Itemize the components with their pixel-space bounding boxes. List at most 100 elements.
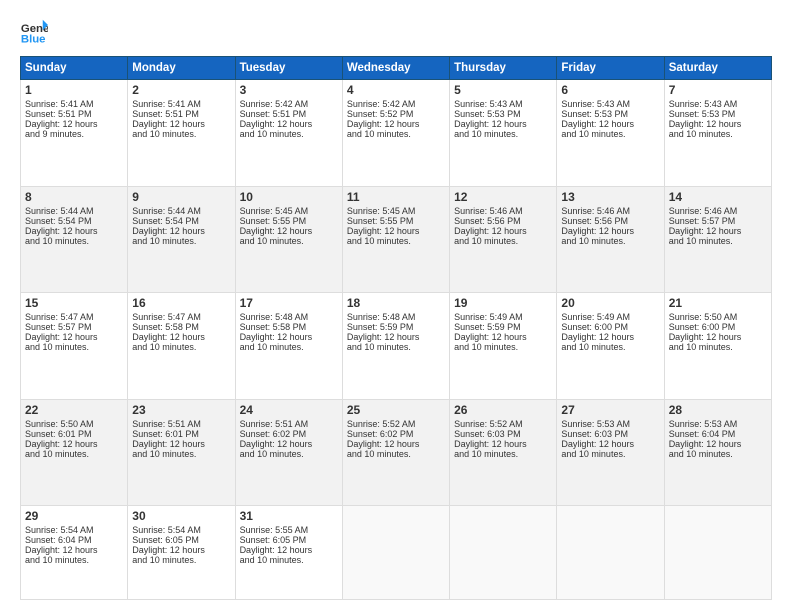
day-info-line: Sunrise: 5:43 AM [454, 99, 552, 109]
day-info-line: and 10 minutes. [240, 555, 338, 565]
day-info-line: and 10 minutes. [25, 236, 123, 246]
day-info-line: Daylight: 12 hours [132, 226, 230, 236]
day-info-line: Daylight: 12 hours [561, 226, 659, 236]
logo-icon: General Blue [20, 18, 48, 46]
day-info-line: Sunset: 5:51 PM [132, 109, 230, 119]
day-info-line: Daylight: 12 hours [240, 545, 338, 555]
calendar-cell: 3Sunrise: 5:42 AMSunset: 5:51 PMDaylight… [235, 80, 342, 187]
day-number: 7 [669, 83, 767, 97]
header-day-wednesday: Wednesday [342, 57, 449, 80]
calendar-cell: 18Sunrise: 5:48 AMSunset: 5:59 PMDayligh… [342, 293, 449, 400]
day-info-line: Daylight: 12 hours [25, 226, 123, 236]
calendar-week-3: 15 Sunrise: 5:47 AM Sunset: 5:57 PMDayligh… [21, 293, 772, 400]
day-info-line: Sunrise: 5:52 AM [454, 419, 552, 429]
day-info-line: Sunrise: 5:43 AM [669, 99, 767, 109]
day-info-line: and 10 minutes. [25, 449, 123, 459]
day-info-line: Sunset: 6:04 PM [25, 535, 123, 545]
day-number: 14 [669, 190, 767, 204]
day-number: 8 [25, 190, 123, 204]
calendar-cell: 6Sunrise: 5:43 AMSunset: 5:53 PMDaylight… [557, 80, 664, 187]
day-info-line: and 10 minutes. [347, 449, 445, 459]
calendar-body: 1 Sunrise: 5:41 AM Sunset: 5:51 PM Daylight… [21, 80, 772, 600]
day-info-line: Sunrise: 5:47 AM [132, 312, 230, 322]
day-info-line: and 10 minutes. [561, 449, 659, 459]
day-info-line: Sunset: 5:53 PM [669, 109, 767, 119]
day-info-line: and 10 minutes. [240, 342, 338, 352]
day-info-line: Sunset: 5:57 PM [25, 322, 123, 332]
day-info-line: Sunrise: 5:49 AM [561, 312, 659, 322]
day-info-line: Sunset: 6:02 PM [347, 429, 445, 439]
day-number: 13 [561, 190, 659, 204]
day-info-line: Daylight: 12 hours [347, 119, 445, 129]
day-number: 20 [561, 296, 659, 310]
page: General Blue SundayMondayTuesdayWednesda… [0, 0, 792, 612]
day-info-line: Sunrise: 5:50 AM [25, 419, 123, 429]
day-number: 17 [240, 296, 338, 310]
day-number: 3 [240, 83, 338, 97]
day-info-line: Sunrise: 5:54 AM [132, 525, 230, 535]
calendar-cell: 31Sunrise: 5:55 AMSunset: 6:05 PMDayligh… [235, 506, 342, 600]
day-info-line: and 10 minutes. [454, 236, 552, 246]
day-number: 11 [347, 190, 445, 204]
day-info-line: Sunrise: 5:50 AM [669, 312, 767, 322]
day-info-line: and 10 minutes. [561, 342, 659, 352]
day-info-line: Sunrise: 5:51 AM [240, 419, 338, 429]
calendar-cell: 17Sunrise: 5:48 AMSunset: 5:58 PMDayligh… [235, 293, 342, 400]
calendar-cell: 23Sunrise: 5:51 AMSunset: 6:01 PMDayligh… [128, 399, 235, 506]
day-info-line: and 10 minutes. [669, 449, 767, 459]
day-info-line: Sunrise: 5:49 AM [454, 312, 552, 322]
day-info-line: Sunset: 5:56 PM [454, 216, 552, 226]
day-info-line: Daylight: 12 hours [25, 332, 123, 342]
day-number: 29 [25, 509, 123, 523]
day-info-line: Sunrise: 5:42 AM [347, 99, 445, 109]
day-info-line: and 10 minutes. [454, 129, 552, 139]
day-number: 12 [454, 190, 552, 204]
day-info-line: and 10 minutes. [669, 342, 767, 352]
day-info-line: Sunrise: 5:51 AM [132, 419, 230, 429]
calendar-cell: 4Sunrise: 5:42 AMSunset: 5:52 PMDaylight… [342, 80, 449, 187]
day-info-line: Sunset: 6:03 PM [561, 429, 659, 439]
day-info-line: and 10 minutes. [240, 236, 338, 246]
day-info-line: Sunset: 6:03 PM [454, 429, 552, 439]
day-info-line: Sunrise: 5:46 AM [561, 206, 659, 216]
day-info-line: Daylight: 12 hours [240, 226, 338, 236]
day-info-line: and 10 minutes. [454, 342, 552, 352]
day-info-line: Sunrise: 5:44 AM [132, 206, 230, 216]
day-info-line: and 10 minutes. [347, 342, 445, 352]
day-info-line: Sunrise: 5:48 AM [240, 312, 338, 322]
calendar-cell: 22Sunrise: 5:50 AMSunset: 6:01 PMDayligh… [21, 399, 128, 506]
day-number: 26 [454, 403, 552, 417]
day-info-line: Sunrise: 5:45 AM [240, 206, 338, 216]
calendar-cell: 16Sunrise: 5:47 AMSunset: 5:58 PMDayligh… [128, 293, 235, 400]
day-info-line: Sunrise: 5:41 AM [25, 99, 123, 109]
day-number: 6 [561, 83, 659, 97]
calendar-cell: 29Sunrise: 5:54 AMSunset: 6:04 PMDayligh… [21, 506, 128, 600]
calendar-cell: 13Sunrise: 5:46 AMSunset: 5:56 PMDayligh… [557, 186, 664, 293]
calendar-cell [342, 506, 449, 600]
svg-text:Blue: Blue [21, 34, 46, 46]
day-info-line: and 10 minutes. [347, 129, 445, 139]
day-info-line: Daylight: 12 hours [561, 119, 659, 129]
calendar-cell: 30Sunrise: 5:54 AMSunset: 6:05 PMDayligh… [128, 506, 235, 600]
day-info-line: Sunset: 5:59 PM [347, 322, 445, 332]
day-info-line: Sunset: 5:53 PM [561, 109, 659, 119]
day-info-line: Sunrise: 5:46 AM [454, 206, 552, 216]
calendar-cell: 20Sunrise: 5:49 AMSunset: 6:00 PMDayligh… [557, 293, 664, 400]
logo: General Blue [20, 18, 52, 46]
day-info-line: and 10 minutes. [240, 129, 338, 139]
day-info-line: Daylight: 12 hours [669, 119, 767, 129]
day-info-line: Daylight: 12 hours [454, 119, 552, 129]
calendar-cell: 9Sunrise: 5:44 AMSunset: 5:54 PMDaylight… [128, 186, 235, 293]
calendar-week-1: 1 Sunrise: 5:41 AM Sunset: 5:51 PM Daylight… [21, 80, 772, 187]
header-day-friday: Friday [557, 57, 664, 80]
day-info-line: Daylight: 12 hours [561, 439, 659, 449]
calendar-cell: 10Sunrise: 5:45 AMSunset: 5:55 PMDayligh… [235, 186, 342, 293]
day-number: 15 [25, 296, 123, 310]
day-info-line: Daylight: 12 hours [454, 226, 552, 236]
day-number: 1 [25, 83, 123, 97]
calendar-cell: 8Sunrise: 5:44 AMSunset: 5:54 PMDaylight… [21, 186, 128, 293]
day-number: 21 [669, 296, 767, 310]
day-info-line: Daylight: 12 hours [454, 439, 552, 449]
day-info-line: Sunset: 5:55 PM [347, 216, 445, 226]
day-info-line: Sunset: 5:58 PM [240, 322, 338, 332]
